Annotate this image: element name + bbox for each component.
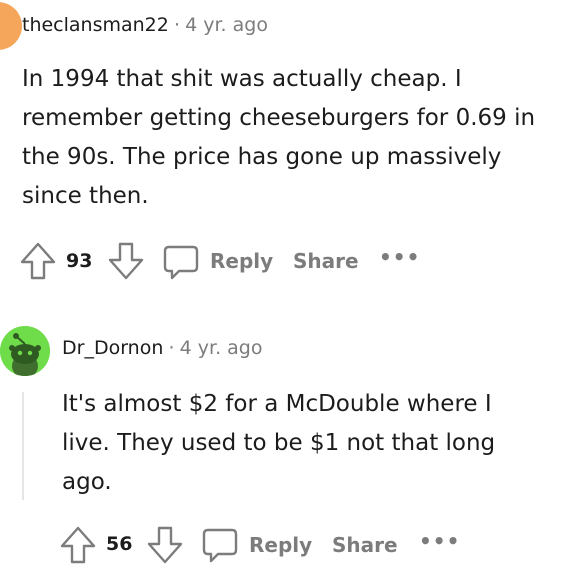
reply-button[interactable]: Reply [249,533,312,557]
more-options-button[interactable]: ••• [379,245,420,269]
share-button[interactable]: Share [332,533,398,557]
username[interactable]: Dr_Dornon [62,337,163,359]
downvote-icon[interactable] [108,242,144,280]
separator-dot: · [168,337,175,359]
vote-count: 56 [106,533,133,555]
comment-body: In 1994 that shit was actually cheap. I … [22,66,536,209]
avatar[interactable] [0,326,50,376]
thread-line[interactable] [22,392,24,500]
reply-icon[interactable] [202,527,238,563]
timestamp[interactable]: 4 yr. ago [185,14,268,36]
upvote-icon[interactable] [20,242,56,280]
avatar[interactable] [0,2,22,50]
downvote-icon[interactable] [147,526,183,564]
reply-button[interactable]: Reply [210,249,273,273]
comment-header: theclansman22 · 4 yr. ago [22,14,268,36]
timestamp[interactable]: 4 yr. ago [180,337,263,359]
upvote-icon[interactable] [60,526,96,564]
comment-header: Dr_Dornon · 4 yr. ago [62,337,262,359]
separator-dot: · [173,14,181,36]
snoo-icon [0,326,50,376]
more-options-button[interactable]: ••• [419,529,460,553]
comment-body: It's almost $2 for a McDouble where I li… [62,391,496,495]
reply-icon[interactable] [163,244,199,280]
vote-count: 93 [66,250,93,272]
share-button[interactable]: Share [293,249,359,273]
username[interactable]: theclansman22 [22,14,169,36]
